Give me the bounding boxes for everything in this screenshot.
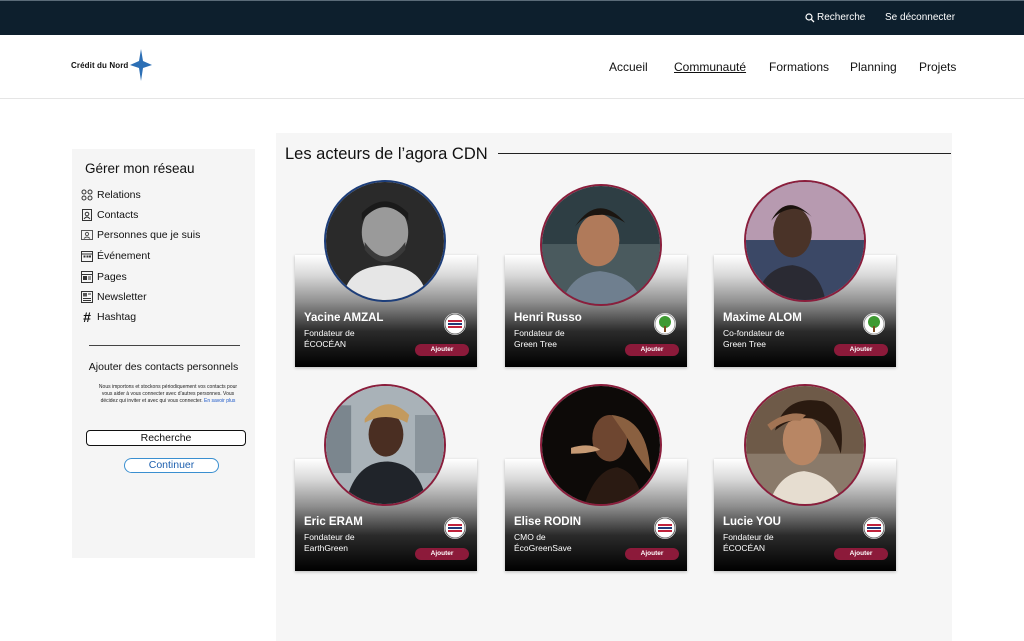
- nav-formations[interactable]: Formations: [769, 60, 829, 74]
- continue-button[interactable]: Continuer: [124, 458, 219, 473]
- sidebar-item-following[interactable]: Personnes que je suis: [81, 227, 200, 243]
- member-avatar[interactable]: [744, 384, 866, 506]
- import-contacts-description: Nous importons et stockons périodiquemen…: [98, 384, 238, 405]
- import-contacts-title: Ajouter des contacts personnels: [88, 361, 239, 373]
- nav-accueil[interactable]: Accueil: [609, 60, 648, 74]
- nav-projets[interactable]: Projets: [919, 60, 956, 74]
- member-role: Co-fondateur de Green Tree: [723, 328, 785, 349]
- ecocean-logo-icon: [444, 517, 466, 539]
- add-member-button[interactable]: Ajouter: [834, 344, 888, 356]
- logout-link[interactable]: Se déconnecter: [885, 12, 955, 23]
- green-tree-logo-icon: [863, 313, 885, 335]
- sidebar-item-label: Contacts: [97, 209, 139, 221]
- member-name: Lucie YOU: [723, 516, 781, 528]
- member-role: CMO de ÉcoGreenSave: [514, 532, 572, 553]
- top-search-label: Recherche: [817, 12, 866, 23]
- sidebar-item-pages[interactable]: Pages: [81, 269, 127, 285]
- nav-planning[interactable]: Planning: [850, 60, 897, 74]
- event-icon: [81, 251, 93, 262]
- brand-logo[interactable]: Crédit du Nord: [71, 49, 153, 81]
- contacts-icon: [82, 209, 92, 221]
- sidebar-item-label: Relations: [97, 189, 141, 201]
- newsletter-icon: [81, 291, 93, 303]
- member-avatar[interactable]: [540, 184, 662, 306]
- sidebar-item-label: Hashtag: [97, 311, 137, 323]
- member-role: Fondateur de ÉCOCÉAN: [723, 532, 774, 553]
- top-bar: Recherche Se déconnecter: [0, 0, 1024, 35]
- search-icon: [805, 12, 815, 22]
- member-name: Eric ERAM: [304, 516, 363, 528]
- member-avatar[interactable]: [324, 180, 446, 302]
- sidebar-item-label: Événement: [97, 250, 151, 262]
- member-name: Henri Russo: [514, 312, 582, 324]
- sidebar-item-event[interactable]: Événement: [81, 248, 150, 264]
- add-member-button[interactable]: Ajouter: [415, 548, 469, 560]
- top-search-link[interactable]: Recherche: [805, 12, 865, 23]
- ecocean-logo-icon: [444, 313, 466, 335]
- hashtag-icon: #: [83, 309, 91, 325]
- panel-title: Les acteurs de l’agora CDN: [285, 145, 488, 163]
- member-avatar[interactable]: [540, 384, 662, 506]
- member-name: Yacine AMZAL: [304, 312, 384, 324]
- sidebar-divider: [89, 345, 240, 346]
- sidebar-title: Gérer mon réseau: [85, 161, 195, 176]
- sidebar-item-label: Personnes que je suis: [97, 229, 201, 241]
- add-member-button[interactable]: Ajouter: [415, 344, 469, 356]
- nav-communaute[interactable]: Communauté: [674, 60, 746, 74]
- learn-more-link[interactable]: En savoir plus: [204, 398, 235, 404]
- relations-icon: [81, 189, 93, 201]
- member-role: Fondateur de EarthGreen: [304, 532, 355, 553]
- member-name: Elise RODIN: [514, 516, 582, 528]
- main-header: Crédit du Nord Accueil Communauté Format…: [0, 35, 1024, 99]
- brand-logo-text: Crédit du Nord: [71, 60, 129, 70]
- sidebar-item-hashtag[interactable]: # Hashtag: [81, 309, 136, 325]
- add-member-button[interactable]: Ajouter: [834, 548, 888, 560]
- ecocean-logo-icon: [863, 517, 885, 539]
- member-role: Fondateur de Green Tree: [514, 328, 565, 349]
- ecocean-logo-icon: [654, 517, 676, 539]
- sidebar-item-label: Pages: [97, 271, 127, 283]
- sidebar-item-relations[interactable]: Relations: [81, 187, 141, 203]
- member-avatar[interactable]: [324, 384, 446, 506]
- star-logo-icon: [130, 49, 153, 81]
- sidebar-item-label: Newsletter: [97, 291, 147, 303]
- title-rule: [498, 153, 951, 154]
- pages-icon: [81, 271, 93, 283]
- agora-members-panel: Les acteurs de l’agora CDN Yacine AMZAL …: [276, 133, 952, 641]
- network-sidebar: Gérer mon réseau Relations Contacts Pers…: [72, 149, 255, 558]
- search-contacts-button[interactable]: Recherche: [86, 430, 246, 446]
- sidebar-item-contacts[interactable]: Contacts: [81, 207, 138, 223]
- add-member-button[interactable]: Ajouter: [625, 344, 679, 356]
- member-role: Fondateur de ÉCOCÉAN: [304, 328, 355, 349]
- add-member-button[interactable]: Ajouter: [625, 548, 679, 560]
- sidebar-item-newsletter[interactable]: Newsletter: [81, 289, 147, 305]
- following-icon: [81, 230, 93, 240]
- member-name: Maxime ALOM: [723, 312, 802, 324]
- green-tree-logo-icon: [654, 313, 676, 335]
- member-avatar[interactable]: [744, 180, 866, 302]
